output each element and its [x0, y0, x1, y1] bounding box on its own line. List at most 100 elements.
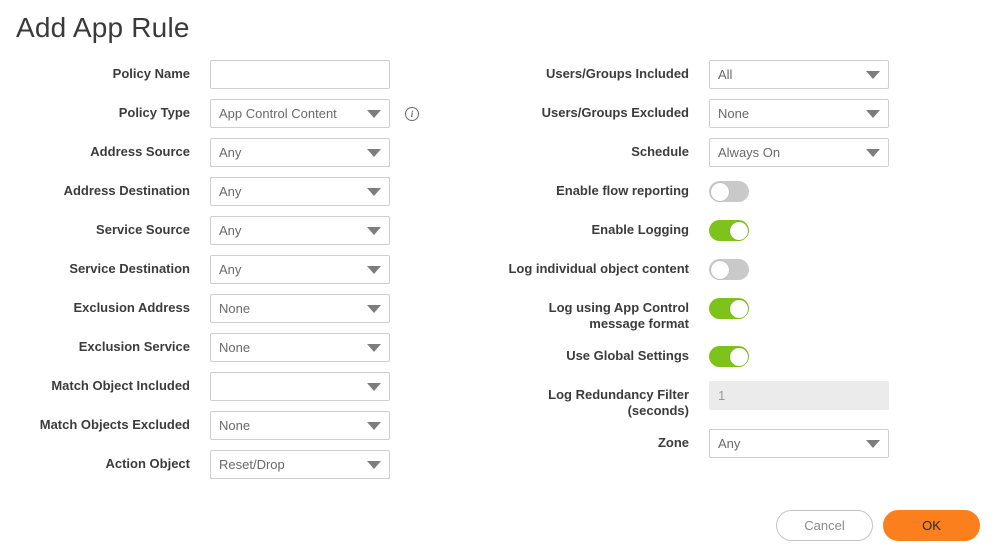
field-row-address-destination: Address Destination Any [0, 177, 497, 206]
label-users-groups-included: Users/Groups Included [545, 66, 689, 81]
toggle-log-individual-object-content[interactable] [709, 259, 749, 280]
dropdown-zone[interactable]: Any [709, 429, 889, 458]
dropdown-exclusion-address[interactable]: None [210, 294, 390, 323]
control-log-using-app-control-message-format [709, 294, 749, 319]
chevron-down-icon [866, 148, 880, 157]
toggle-use-global-settings[interactable] [709, 346, 749, 367]
dropdown-value-address-source: Any [219, 145, 242, 160]
control-enable-flow-reporting [709, 177, 749, 202]
control-users-groups-excluded: None [709, 99, 889, 128]
toggle-enable-flow-reporting[interactable] [709, 181, 749, 202]
left-column: Policy Name Policy Type App Control Conten… [0, 60, 497, 489]
field-row-enable-flow-reporting: Enable flow reporting [497, 177, 994, 206]
dropdown-value-service-source: Any [219, 223, 242, 238]
input-policy-name[interactable] [210, 60, 390, 89]
dropdown-value-users-groups-included: All [718, 67, 733, 82]
dropdown-value-match-objects-excluded: None [219, 418, 251, 433]
dropdown-action-object[interactable]: Reset/Drop [210, 450, 390, 479]
dropdown-address-source[interactable]: Any [210, 138, 390, 167]
toggle-knob [729, 299, 748, 318]
label-log-individual-object-content: Log individual object content [508, 261, 689, 276]
label-match-object-included: Match Object Included [51, 378, 190, 393]
chevron-down-icon [367, 304, 381, 313]
label-enable-flow-reporting: Enable flow reporting [556, 183, 689, 198]
toggle-knob [729, 347, 748, 366]
control-use-global-settings [709, 342, 749, 367]
right-column: Users/Groups Included All Users/Groups Exc… [497, 60, 994, 468]
dropdown-schedule[interactable]: Always On [709, 138, 889, 167]
field-row-action-object: Action Object Reset/Drop [0, 450, 497, 479]
dropdown-exclusion-service[interactable]: None [210, 333, 390, 362]
control-zone: Any [709, 429, 889, 458]
toggle-log-using-app-control-message-format[interactable] [709, 298, 749, 319]
dropdown-policy-type[interactable]: App Control Content [210, 99, 390, 128]
chevron-down-icon [866, 439, 880, 448]
chevron-down-icon [367, 109, 381, 118]
control-policy-type: App Control Content [210, 99, 390, 128]
dropdown-service-destination[interactable]: Any [210, 255, 390, 284]
chevron-down-icon [367, 460, 381, 469]
field-row-log-using-app-control-message-format: Log using App Control message format [497, 294, 994, 332]
control-match-objects-excluded: None [210, 411, 390, 440]
control-service-source: Any [210, 216, 390, 245]
label-exclusion-service: Exclusion Service [78, 339, 190, 354]
input-log-redundancy-filter [709, 381, 889, 410]
info-icon[interactable]: i [405, 107, 419, 121]
dropdown-address-destination[interactable]: Any [210, 177, 390, 206]
control-match-object-included [210, 372, 390, 401]
control-log-redundancy-filter [709, 381, 889, 410]
chevron-down-icon [367, 187, 381, 196]
label-exclusion-address: Exclusion Address [73, 300, 190, 315]
label-match-objects-excluded: Match Objects Excluded [39, 417, 190, 432]
toggle-knob [710, 182, 729, 201]
field-row-log-redundancy-filter: Log Redundancy Filter (seconds) [497, 381, 994, 419]
control-address-destination: Any [210, 177, 390, 206]
control-users-groups-included: All [709, 60, 889, 89]
control-action-object: Reset/Drop [210, 450, 390, 479]
chevron-down-icon [866, 109, 880, 118]
field-row-users-groups-excluded: Users/Groups Excluded None [497, 99, 994, 128]
field-row-policy-type: Policy Type App Control Content i [0, 99, 497, 128]
control-address-source: Any [210, 138, 390, 167]
field-row-use-global-settings: Use Global Settings [497, 342, 994, 371]
field-row-enable-logging: Enable Logging [497, 216, 994, 245]
chevron-down-icon [367, 421, 381, 430]
dropdown-value-policy-type: App Control Content [219, 106, 337, 121]
cancel-button[interactable]: Cancel [776, 510, 873, 541]
field-row-log-individual-object-content: Log individual object content [497, 255, 994, 284]
label-zone: Zone [657, 435, 689, 450]
dropdown-service-source[interactable]: Any [210, 216, 390, 245]
field-row-policy-name: Policy Name [0, 60, 497, 89]
chevron-down-icon [367, 343, 381, 352]
label-log-redundancy-filter: Log Redundancy Filter (seconds) [548, 387, 689, 418]
label-use-global-settings: Use Global Settings [566, 348, 689, 363]
field-row-match-object-included: Match Object Included [0, 372, 497, 401]
dropdown-value-exclusion-address: None [219, 301, 251, 316]
field-row-exclusion-address: Exclusion Address None [0, 294, 497, 323]
control-log-individual-object-content [709, 255, 749, 280]
label-service-source: Service Source [96, 222, 190, 237]
label-policy-name: Policy Name [112, 66, 190, 81]
label-users-groups-excluded: Users/Groups Excluded [541, 105, 689, 120]
control-exclusion-service: None [210, 333, 390, 362]
ok-button[interactable]: OK [883, 510, 980, 541]
chevron-down-icon [866, 70, 880, 79]
field-row-users-groups-included: Users/Groups Included All [497, 60, 994, 89]
label-action-object: Action Object [105, 456, 190, 471]
dropdown-value-schedule: Always On [718, 145, 781, 160]
chevron-down-icon [367, 382, 381, 391]
dropdown-match-object-included[interactable] [210, 372, 390, 401]
label-service-destination: Service Destination [69, 261, 190, 276]
dropdown-users-groups-excluded[interactable]: None [709, 99, 889, 128]
chevron-down-icon [367, 226, 381, 235]
field-row-address-source: Address Source Any [0, 138, 497, 167]
label-log-using-app-control-message-format: Log using App Control message format [548, 300, 689, 331]
dropdown-users-groups-included[interactable]: All [709, 60, 889, 89]
field-row-service-source: Service Source Any [0, 216, 497, 245]
field-row-schedule: Schedule Always On [497, 138, 994, 167]
dropdown-value-address-destination: Any [219, 184, 242, 199]
toggle-enable-logging[interactable] [709, 220, 749, 241]
label-address-source: Address Source [90, 144, 190, 159]
label-policy-type: Policy Type [118, 105, 190, 120]
dropdown-match-objects-excluded[interactable]: None [210, 411, 390, 440]
